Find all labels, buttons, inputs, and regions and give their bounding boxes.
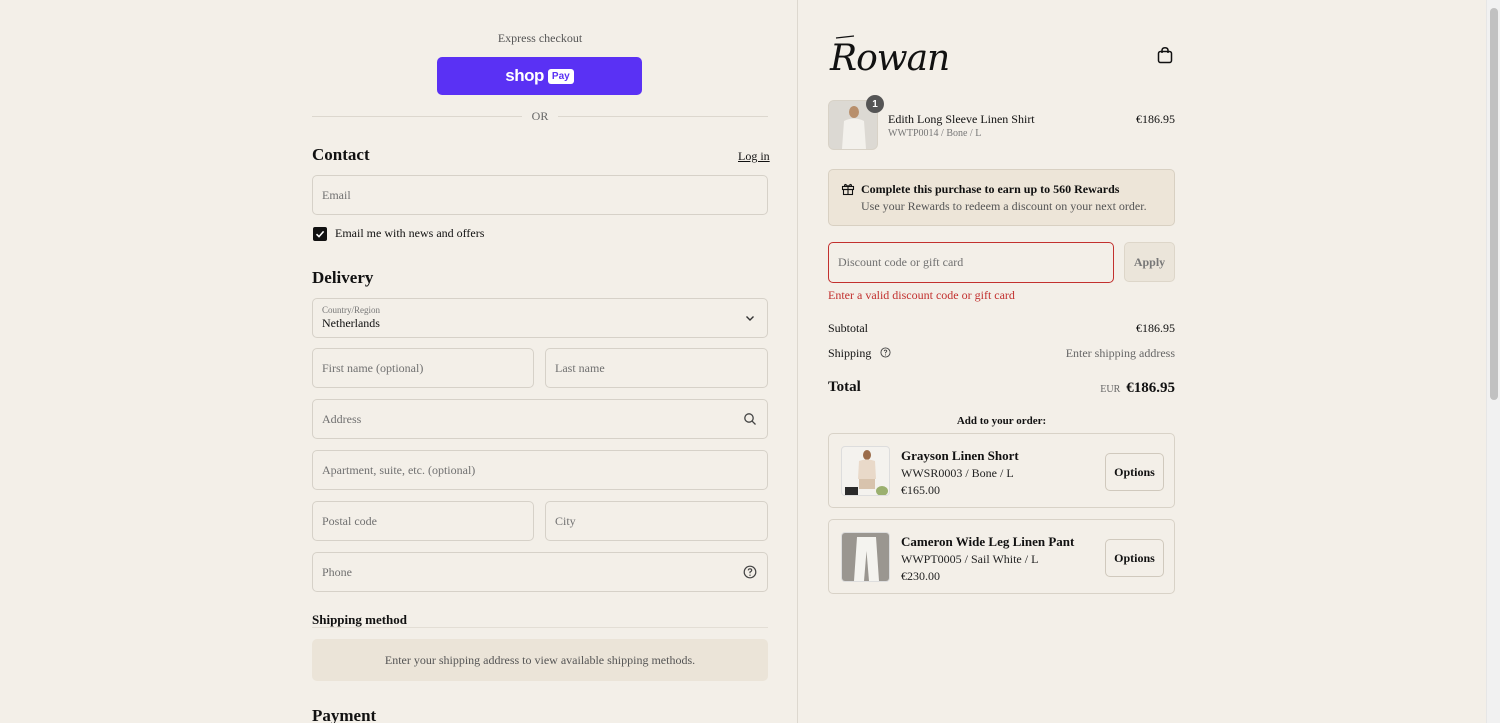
shipping-method-message: Enter your shipping address to view avai… bbox=[312, 639, 768, 681]
total-value: €186.95 bbox=[1126, 380, 1175, 396]
address-field[interactable]: Address bbox=[312, 399, 768, 439]
apartment-field[interactable]: Apartment, suite, etc. (optional) bbox=[312, 450, 768, 490]
shopping-bag-icon[interactable] bbox=[1156, 46, 1174, 64]
address-placeholder: Address bbox=[322, 411, 362, 426]
upsell-heading: Add to your order: bbox=[956, 415, 1047, 427]
divider-line bbox=[312, 627, 768, 628]
country-select[interactable]: Country/Region Netherlands bbox=[312, 298, 768, 338]
last-name-field[interactable]: Last name bbox=[545, 348, 768, 388]
phone-placeholder: Phone bbox=[322, 564, 352, 579]
upsell-item: Cameron Wide Leg Linen Pant WWPT0005 / S… bbox=[828, 519, 1175, 594]
upsell-name: Cameron Wide Leg Linen Pant bbox=[901, 534, 1075, 549]
quantity-badge: 1 bbox=[866, 95, 884, 113]
subtotal-value: €186.95 bbox=[1136, 321, 1175, 335]
shop-pay-pay-badge: Pay bbox=[547, 68, 574, 84]
search-icon bbox=[744, 413, 756, 425]
email-field[interactable]: Email bbox=[312, 175, 768, 215]
product-name: Edith Long Sleeve Linen Shirt bbox=[888, 112, 1035, 126]
svg-text:Rowan: Rowan bbox=[829, 38, 949, 79]
contact-heading: Contact bbox=[312, 145, 370, 164]
checkmark-icon bbox=[315, 230, 325, 238]
shipping-method-heading: Shipping method bbox=[312, 612, 408, 627]
total-label: Total bbox=[828, 379, 861, 395]
first-name-field[interactable]: First name (optional) bbox=[312, 348, 534, 388]
order-summary-column bbox=[798, 0, 1486, 723]
divider-line bbox=[312, 115, 522, 117]
shipping-label: Shipping bbox=[828, 346, 872, 360]
total-amount: EUR €186.95 bbox=[1000, 379, 1175, 397]
phone-field[interactable]: Phone bbox=[312, 552, 768, 592]
discount-code-input[interactable]: Discount code or gift card bbox=[828, 242, 1114, 283]
help-icon[interactable] bbox=[880, 347, 891, 358]
upsell-price: €165.00 bbox=[901, 483, 940, 497]
product-price: €186.95 bbox=[1136, 112, 1175, 126]
newsletter-checkbox-row[interactable]: Email me with news and offers bbox=[313, 226, 484, 241]
apply-discount-button[interactable]: Apply bbox=[1124, 242, 1175, 282]
rewards-title: Complete this purchase to earn up to 560… bbox=[861, 182, 1120, 196]
rewards-subtitle: Use your Rewards to redeem a discount on… bbox=[861, 199, 1147, 213]
rewards-banner: Complete this purchase to earn up to 560… bbox=[828, 169, 1175, 226]
upsell-image bbox=[842, 533, 889, 581]
city-field[interactable]: City bbox=[545, 501, 768, 541]
upsell-name: Grayson Linen Short bbox=[901, 448, 1019, 463]
shipping-row-label: Shipping bbox=[828, 346, 891, 361]
shop-pay-shop-text: shop bbox=[505, 66, 544, 85]
gift-icon bbox=[841, 183, 855, 196]
or-divider: OR bbox=[312, 108, 769, 124]
country-value: Netherlands bbox=[322, 316, 380, 330]
express-checkout-label: Express checkout bbox=[497, 31, 583, 45]
upsell-price: €230.00 bbox=[901, 569, 940, 583]
upsell-variant: WWPT0005 / Sail White / L bbox=[901, 552, 1039, 566]
upsell-thumbnail bbox=[841, 532, 890, 582]
shop-pay-button[interactable]: shop Pay bbox=[437, 57, 642, 95]
subtotal-label: Subtotal bbox=[828, 321, 869, 335]
options-button[interactable]: Options bbox=[1105, 453, 1164, 491]
upsell-variant: WWSR0003 / Bone / L bbox=[901, 466, 1014, 480]
options-button[interactable]: Options bbox=[1105, 539, 1164, 577]
page-scrollbar[interactable] bbox=[1486, 0, 1500, 723]
upsell-image bbox=[842, 447, 889, 495]
upsell-item: Grayson Linen Short WWSR0003 / Bone / L … bbox=[828, 433, 1175, 508]
or-label: OR bbox=[531, 108, 549, 123]
chevron-down-icon bbox=[746, 316, 754, 321]
rowan-logo: Rowan bbox=[829, 35, 950, 79]
scrollbar-thumb[interactable] bbox=[1490, 8, 1498, 400]
product-variant: WWTP0014 / Bone / L bbox=[888, 128, 982, 139]
delivery-heading: Delivery bbox=[312, 268, 374, 287]
divider-line bbox=[558, 115, 769, 117]
newsletter-label: Email me with news and offers bbox=[335, 226, 485, 240]
upsell-thumbnail bbox=[841, 446, 890, 496]
payment-heading: Payment bbox=[312, 706, 377, 723]
discount-error-message: Enter a valid discount code or gift card bbox=[828, 288, 1015, 302]
postal-code-field[interactable]: Postal code bbox=[312, 501, 534, 541]
country-label: Country/Region bbox=[322, 305, 380, 315]
newsletter-checkbox[interactable] bbox=[313, 226, 327, 241]
help-icon[interactable] bbox=[743, 565, 757, 579]
shipping-value: Enter shipping address bbox=[1065, 346, 1175, 360]
checkout-form-column: Express checkout shop Pay OR Contact Log… bbox=[0, 0, 798, 723]
total-currency: EUR bbox=[1100, 384, 1121, 395]
login-link[interactable]: Log in bbox=[738, 149, 770, 164]
